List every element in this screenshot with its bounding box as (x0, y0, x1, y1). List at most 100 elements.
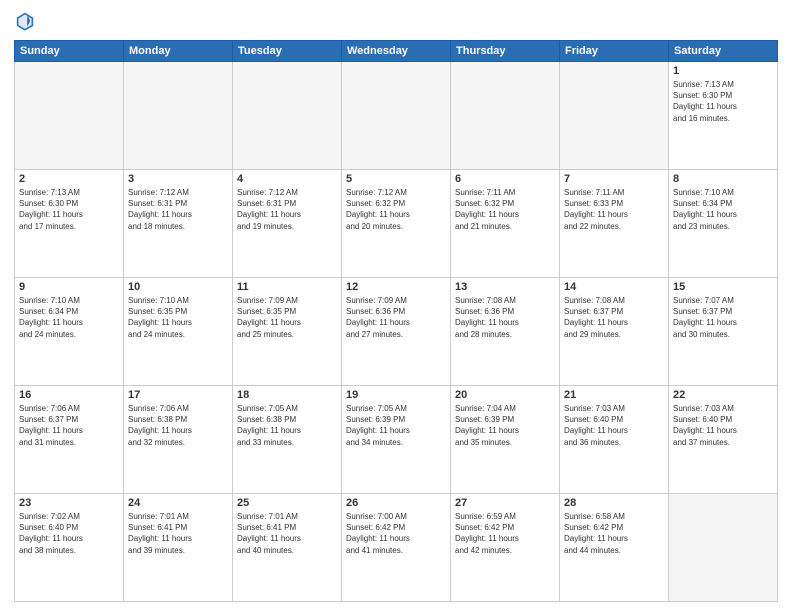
day-info: Sunrise: 7:13 AM Sunset: 6:30 PM Dayligh… (673, 79, 773, 124)
day-info: Sunrise: 7:00 AM Sunset: 6:42 PM Dayligh… (346, 511, 446, 556)
day-number: 14 (564, 281, 664, 293)
day-number: 10 (128, 281, 228, 293)
day-number: 12 (346, 281, 446, 293)
day-info: Sunrise: 7:09 AM Sunset: 6:36 PM Dayligh… (346, 295, 446, 340)
day-number: 25 (237, 497, 337, 509)
day-info: Sunrise: 7:12 AM Sunset: 6:31 PM Dayligh… (128, 187, 228, 232)
day-cell: 26 Sunrise: 7:00 AM Sunset: 6:42 PM Dayli… (342, 494, 451, 602)
day-cell: 11Sunrise: 7:09 AM Sunset: 6:35 PM Dayli… (233, 278, 342, 386)
day-number: 24 (128, 497, 228, 509)
day-cell: 6Sunrise: 7:11 AM Sunset: 6:32 PM Daylig… (451, 170, 560, 278)
day-cell: 19Sunrise: 7:05 AM Sunset: 6:39 PM Dayli… (342, 386, 451, 494)
day-number: 7 (564, 173, 664, 185)
day-number: 28 (564, 497, 664, 509)
day-info: Sunrise: 7:05 AM Sunset: 6:39 PM Dayligh… (346, 403, 446, 448)
week-row-3: 16 Sunrise: 7:06 AM Sunset: 6:37 PM Dayli… (15, 386, 778, 494)
day-number: 5 (346, 173, 446, 185)
day-number: 16 (19, 389, 119, 401)
day-number: 4 (237, 173, 337, 185)
day-info: Sunrise: 7:08 AM Sunset: 6:37 PM Dayligh… (564, 295, 664, 340)
day-number: 20 (455, 389, 555, 401)
day-cell: 16 Sunrise: 7:06 AM Sunset: 6:37 PM Dayli… (15, 386, 124, 494)
weekday-header-sunday: Sunday (15, 41, 124, 62)
week-row-4: 23 Sunrise: 7:02 AM Sunset: 6:40 PM Dayli… (15, 494, 778, 602)
day-number: 3 (128, 173, 228, 185)
day-info: Sunrise: 7:06 AM Sunset: 6:38 PM Dayligh… (128, 403, 228, 448)
day-number: 9 (19, 281, 119, 293)
day-cell: 24 Sunrise: 7:01 AM Sunset: 6:41 PM Dayli… (124, 494, 233, 602)
day-info: Sunrise: 7:10 AM Sunset: 6:35 PM Dayligh… (128, 295, 228, 340)
day-info: Sunrise: 6:59 AM Sunset: 6:42 PM Dayligh… (455, 511, 555, 556)
day-cell (124, 62, 233, 170)
week-row-0: 1 Sunrise: 7:13 AM Sunset: 6:30 PM Daylig… (15, 62, 778, 170)
day-cell (669, 494, 778, 602)
day-cell: 13 Sunrise: 7:08 AM Sunset: 6:36 PM Dayli… (451, 278, 560, 386)
logo (14, 10, 40, 32)
day-cell (451, 62, 560, 170)
day-info: Sunrise: 7:12 AM Sunset: 6:32 PM Dayligh… (346, 187, 446, 232)
day-number: 18 (237, 389, 337, 401)
day-info: Sunrise: 7:11 AM Sunset: 6:32 PM Dayligh… (455, 187, 555, 232)
day-info: Sunrise: 7:09 AM Sunset: 6:35 PM Dayligh… (237, 295, 337, 340)
weekday-header-saturday: Saturday (669, 41, 778, 62)
day-cell: 25 Sunrise: 7:01 AM Sunset: 6:41 PM Dayli… (233, 494, 342, 602)
day-cell: 8 Sunrise: 7:10 AM Sunset: 6:34 PM Daylig… (669, 170, 778, 278)
page: SundayMondayTuesdayWednesdayThursdayFrid… (0, 0, 792, 612)
day-number: 23 (19, 497, 119, 509)
day-info: Sunrise: 7:03 AM Sunset: 6:40 PM Dayligh… (673, 403, 773, 448)
day-cell: 3 Sunrise: 7:12 AM Sunset: 6:31 PM Daylig… (124, 170, 233, 278)
day-cell: 27 Sunrise: 6:59 AM Sunset: 6:42 PM Dayli… (451, 494, 560, 602)
day-number: 1 (673, 65, 773, 77)
day-cell: 7 Sunrise: 7:11 AM Sunset: 6:33 PM Daylig… (560, 170, 669, 278)
day-cell: 10 Sunrise: 7:10 AM Sunset: 6:35 PM Dayli… (124, 278, 233, 386)
day-cell (560, 62, 669, 170)
day-cell: 28Sunrise: 6:58 AM Sunset: 6:42 PM Dayli… (560, 494, 669, 602)
day-cell: 4 Sunrise: 7:12 AM Sunset: 6:31 PM Daylig… (233, 170, 342, 278)
day-cell: 21Sunrise: 7:03 AM Sunset: 6:40 PM Dayli… (560, 386, 669, 494)
weekday-header-monday: Monday (124, 41, 233, 62)
day-info: Sunrise: 7:02 AM Sunset: 6:40 PM Dayligh… (19, 511, 119, 556)
day-info: Sunrise: 7:10 AM Sunset: 6:34 PM Dayligh… (673, 187, 773, 232)
day-info: Sunrise: 7:07 AM Sunset: 6:37 PM Dayligh… (673, 295, 773, 340)
day-info: Sunrise: 7:12 AM Sunset: 6:31 PM Dayligh… (237, 187, 337, 232)
day-cell: 1 Sunrise: 7:13 AM Sunset: 6:30 PM Daylig… (669, 62, 778, 170)
weekday-header-row: SundayMondayTuesdayWednesdayThursdayFrid… (15, 41, 778, 62)
calendar: SundayMondayTuesdayWednesdayThursdayFrid… (14, 40, 778, 602)
day-number: 17 (128, 389, 228, 401)
day-cell (233, 62, 342, 170)
week-row-1: 2 Sunrise: 7:13 AM Sunset: 6:30 PM Daylig… (15, 170, 778, 278)
day-number: 26 (346, 497, 446, 509)
day-cell: 2 Sunrise: 7:13 AM Sunset: 6:30 PM Daylig… (15, 170, 124, 278)
day-number: 2 (19, 173, 119, 185)
day-cell (15, 62, 124, 170)
day-info: Sunrise: 7:10 AM Sunset: 6:34 PM Dayligh… (19, 295, 119, 340)
day-info: Sunrise: 7:13 AM Sunset: 6:30 PM Dayligh… (19, 187, 119, 232)
day-number: 27 (455, 497, 555, 509)
day-cell: 23 Sunrise: 7:02 AM Sunset: 6:40 PM Dayli… (15, 494, 124, 602)
day-cell: 14 Sunrise: 7:08 AM Sunset: 6:37 PM Dayli… (560, 278, 669, 386)
day-number: 8 (673, 173, 773, 185)
logo-icon (14, 10, 36, 32)
day-info: Sunrise: 7:03 AM Sunset: 6:40 PM Dayligh… (564, 403, 664, 448)
weekday-header-thursday: Thursday (451, 41, 560, 62)
weekday-header-wednesday: Wednesday (342, 41, 451, 62)
day-info: Sunrise: 7:11 AM Sunset: 6:33 PM Dayligh… (564, 187, 664, 232)
day-cell: 22 Sunrise: 7:03 AM Sunset: 6:40 PM Dayli… (669, 386, 778, 494)
day-info: Sunrise: 7:08 AM Sunset: 6:36 PM Dayligh… (455, 295, 555, 340)
day-info: Sunrise: 7:04 AM Sunset: 6:39 PM Dayligh… (455, 403, 555, 448)
day-number: 13 (455, 281, 555, 293)
day-info: Sunrise: 7:05 AM Sunset: 6:38 PM Dayligh… (237, 403, 337, 448)
header (14, 10, 778, 32)
day-cell: 18 Sunrise: 7:05 AM Sunset: 6:38 PM Dayli… (233, 386, 342, 494)
day-number: 22 (673, 389, 773, 401)
day-cell: 9 Sunrise: 7:10 AM Sunset: 6:34 PM Daylig… (15, 278, 124, 386)
day-cell: 5 Sunrise: 7:12 AM Sunset: 6:32 PM Daylig… (342, 170, 451, 278)
weekday-header-friday: Friday (560, 41, 669, 62)
day-info: Sunrise: 7:01 AM Sunset: 6:41 PM Dayligh… (237, 511, 337, 556)
weekday-header-tuesday: Tuesday (233, 41, 342, 62)
day-info: Sunrise: 7:01 AM Sunset: 6:41 PM Dayligh… (128, 511, 228, 556)
day-info: Sunrise: 7:06 AM Sunset: 6:37 PM Dayligh… (19, 403, 119, 448)
day-cell: 20 Sunrise: 7:04 AM Sunset: 6:39 PM Dayli… (451, 386, 560, 494)
day-number: 15 (673, 281, 773, 293)
day-cell: 15 Sunrise: 7:07 AM Sunset: 6:37 PM Dayli… (669, 278, 778, 386)
